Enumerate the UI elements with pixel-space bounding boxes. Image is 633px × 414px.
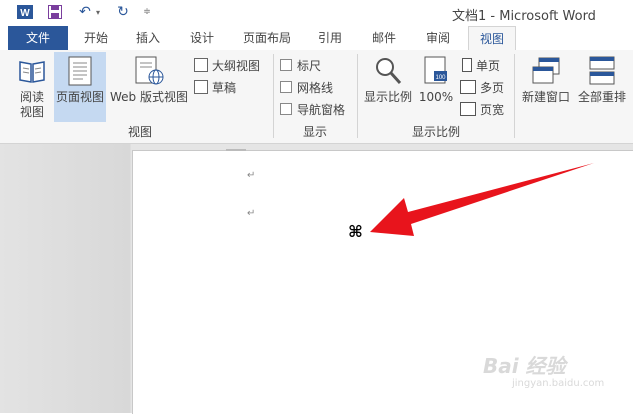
watermark-logo: Bai 经验 — [483, 354, 566, 378]
watermark-url: jingyan.baidu.com — [512, 378, 605, 389]
